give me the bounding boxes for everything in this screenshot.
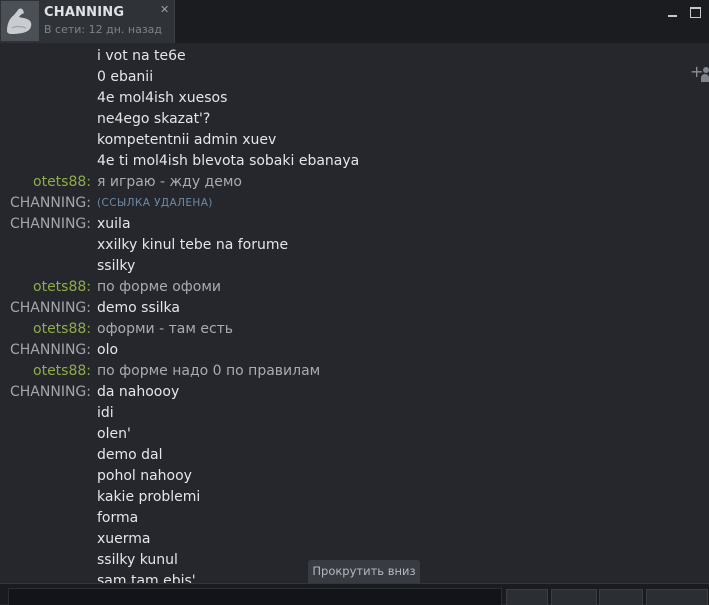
chat-message: xuerma bbox=[0, 529, 709, 550]
message-text: ne4ego skazat'? bbox=[97, 111, 211, 127]
message-text: idi bbox=[97, 405, 114, 421]
chat-message: idi bbox=[0, 403, 709, 424]
message-text: оформи - там есть bbox=[97, 321, 234, 337]
flexed-arm-icon bbox=[1, 1, 39, 41]
message-text: 0 ebanii bbox=[97, 69, 154, 85]
chat-message: pohol nahooy bbox=[0, 466, 709, 487]
message-text: pohol nahooy bbox=[97, 468, 192, 484]
chat-message: otets88: по форме офоми bbox=[0, 277, 709, 298]
chat-message: xxilky kinul tebe na forume bbox=[0, 235, 709, 256]
message-sender[interactable]: CHANNING: bbox=[10, 382, 91, 403]
message-text: xuerma bbox=[97, 531, 151, 547]
scroll-down-button[interactable]: Прокрутить вниз bbox=[308, 560, 420, 583]
message-text: sam tam ebis' bbox=[97, 573, 196, 583]
message-text: 4e ti mol4ish blevota sobaki ebanaya bbox=[97, 153, 360, 169]
message-text: я играю - жду демо bbox=[97, 174, 242, 190]
chat-input-bar bbox=[0, 583, 709, 605]
chat-message: CHANNING: (ССЫЛКА УДАЛЕНА) bbox=[0, 193, 709, 214]
message-sender[interactable]: otets88: bbox=[33, 172, 91, 193]
tab-online-status: В сети: 12 дн. назад bbox=[44, 23, 163, 36]
chat-message: otets88: я играю - жду демо bbox=[0, 172, 709, 193]
message-sender[interactable]: CHANNING: bbox=[10, 214, 91, 235]
message-text: kakie problemi bbox=[97, 489, 201, 505]
chat-message: ssilky bbox=[0, 256, 709, 277]
message-sender[interactable]: CHANNING: bbox=[10, 298, 91, 319]
chat-message: 0 ebanii bbox=[0, 67, 709, 88]
chat-message: forma bbox=[0, 508, 709, 529]
chat-message: CHANNING: demo ssilka bbox=[0, 298, 709, 319]
chat-message: kakie problemi bbox=[0, 487, 709, 508]
message-sender[interactable]: otets88: bbox=[33, 361, 91, 382]
message-text: demo ssilka bbox=[97, 300, 180, 316]
message-text: forma bbox=[97, 510, 139, 526]
chat-history[interactable]: i vot na te6e 0 ebanii 4e mol4ish xuesos ne… bbox=[0, 43, 709, 583]
chat-message: otets88: оформи - там есть bbox=[0, 319, 709, 340]
chat-message: ne4ego skazat'? bbox=[0, 109, 709, 130]
maximize-button[interactable] bbox=[689, 6, 703, 18]
minimize-button[interactable] bbox=[666, 6, 680, 18]
message-text: xuila bbox=[97, 216, 131, 232]
chat-message: kompetentnii admin xuev bbox=[0, 130, 709, 151]
message-sender[interactable]: otets88: bbox=[33, 277, 91, 298]
chat-message: olen' bbox=[0, 424, 709, 445]
chat-tab-channing[interactable]: CHANNING В сети: 12 дн. назад ✕ bbox=[0, 0, 175, 43]
message-sender[interactable]: CHANNING: bbox=[10, 193, 91, 214]
chat-message: CHANNING: xuila bbox=[0, 214, 709, 235]
avatar[interactable] bbox=[1, 1, 39, 41]
chat-message: demo dal bbox=[0, 445, 709, 466]
message-text: kompetentnii admin xuev bbox=[97, 132, 277, 148]
chat-message: CHANNING: olo bbox=[0, 340, 709, 361]
message-text: по форме надо 0 по правилам bbox=[97, 363, 321, 379]
chat-message: otets88: по форме надо 0 по правилам bbox=[0, 361, 709, 382]
message-input[interactable] bbox=[8, 588, 502, 605]
chat-message: i vot na te6e bbox=[0, 46, 709, 67]
title-bar: CHANNING В сети: 12 дн. назад ✕ bbox=[0, 0, 709, 43]
chat-message: CHANNING: da nahoooy bbox=[0, 382, 709, 403]
tab-contact-name: CHANNING bbox=[44, 5, 125, 20]
add-friend-icon[interactable]: + bbox=[690, 63, 709, 82]
message-text: olo bbox=[97, 342, 119, 358]
message-text: i vot na te6e bbox=[97, 48, 186, 64]
message-text: demo dal bbox=[97, 447, 163, 463]
message-text: xxilky kinul tebe na forume bbox=[97, 237, 289, 253]
chat-message: 4e mol4ish xuesos bbox=[0, 88, 709, 109]
close-icon[interactable]: ✕ bbox=[160, 4, 169, 16]
message-text: da nahoooy bbox=[97, 384, 180, 400]
message-text: olen' bbox=[97, 426, 131, 442]
message-sender[interactable]: otets88: bbox=[33, 319, 91, 340]
message-text: 4e mol4ish xuesos bbox=[97, 90, 228, 106]
message-text: ssilky bbox=[97, 258, 136, 274]
message-text: ssilky kunul bbox=[97, 552, 178, 568]
message-text: по форме офоми bbox=[97, 279, 221, 295]
removed-link-text: (ССЫЛКА УДАЛЕНА) bbox=[97, 197, 213, 209]
message-sender[interactable]: CHANNING: bbox=[10, 340, 91, 361]
chat-message: 4e ti mol4ish blevota sobaki ebanaya bbox=[0, 151, 709, 172]
